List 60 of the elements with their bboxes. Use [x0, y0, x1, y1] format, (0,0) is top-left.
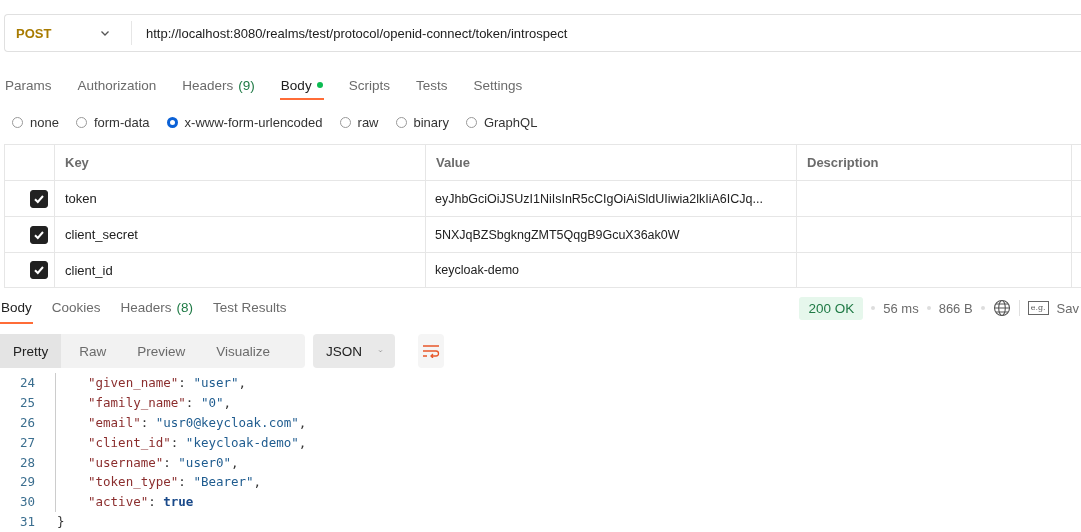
status-badge: 200 OK — [799, 296, 864, 320]
checkbox[interactable] — [30, 189, 48, 208]
line-number: 28 — [0, 452, 56, 472]
code-line: "family_name": "0", — [87, 395, 231, 411]
code-line: "username": "user0", — [87, 454, 239, 470]
url-field[interactable]: http://localhost:8080/realms/test/protocol/openid-connect/token/introspect — [146, 25, 568, 41]
response-size: 866 B — [938, 300, 973, 316]
view-mode-tab[interactable]: Preview — [124, 334, 199, 368]
tab[interactable]: Params — [4, 72, 53, 100]
line-number: 31 — [19, 512, 37, 531]
tab[interactable]: Headers (8) — [119, 292, 195, 324]
code-line: "client_id": "keycloak-demo", — [87, 434, 307, 450]
table-cell: token — [65, 191, 97, 206]
table-cell: keycloak-demo — [435, 263, 520, 277]
line-number: 25 — [0, 392, 56, 413]
table-cell: client_id — [65, 262, 113, 278]
view-mode-tab[interactable]: Raw — [66, 334, 120, 368]
globe-icon[interactable] — [992, 299, 1011, 317]
checkbox[interactable] — [30, 261, 48, 279]
radio-option[interactable]: raw — [339, 114, 379, 130]
wrap-icon — [422, 344, 440, 358]
radio-option[interactable]: binary — [395, 114, 449, 130]
code-line: } — [56, 513, 65, 529]
line-number: 27 — [0, 432, 56, 453]
line-number: 29 — [0, 472, 56, 492]
code-line: "token_type": "Bearer", — [87, 474, 262, 490]
code-line: "email": "usr0@keycloak.com", — [87, 415, 307, 430]
tab[interactable]: Body — [279, 72, 324, 100]
example-icon: e.g. — [1027, 301, 1049, 315]
save-response-link[interactable]: Sav — [1056, 300, 1079, 316]
view-mode-tab[interactable]: Visualize — [203, 334, 284, 368]
view-mode-tab[interactable]: Pretty — [0, 334, 62, 368]
table-cell: 5NXJqBZSbgkngZMT5QqgB9GcuX36ak0W — [435, 227, 680, 242]
line-number: 24 — [0, 373, 56, 393]
table-cell: client_secret — [65, 227, 138, 242]
tab[interactable]: Test Results — [212, 292, 288, 324]
checkbox[interactable] — [30, 225, 48, 244]
code-line: "given_name": "user", — [87, 375, 247, 391]
radio-option[interactable]: GraphQL — [465, 114, 538, 130]
column-header: Description — [807, 155, 879, 170]
code-line: "active": true — [87, 494, 194, 510]
tab[interactable]: Authorization — [76, 72, 158, 100]
tab[interactable]: Scripts — [347, 72, 391, 100]
line-number: 26 — [0, 412, 56, 433]
radio-option[interactable]: form-data — [75, 114, 150, 130]
tab[interactable]: Headers (9) — [181, 72, 256, 100]
table-cell: eyJhbGciOiJSUzI1NiIsInR5cCIgOiAiSldUIiwia2lkIiA6ICJq... — [435, 191, 763, 206]
wrap-lines-button[interactable] — [418, 334, 444, 368]
column-header: Value — [436, 155, 470, 170]
tab[interactable]: Tests — [414, 72, 449, 100]
tab[interactable]: Cookies — [50, 292, 102, 324]
tab[interactable]: Body — [0, 292, 33, 324]
method-dropdown[interactable]: POST — [5, 25, 125, 41]
radio-option[interactable]: none — [12, 114, 59, 130]
radio-option[interactable]: x-www-form-urlencoded — [166, 114, 323, 130]
column-header: Key — [65, 155, 89, 170]
response-time: 56 ms — [883, 300, 919, 316]
tab[interactable]: Settings — [472, 72, 524, 100]
format-dropdown[interactable]: JSON — [313, 334, 395, 368]
line-number: 30 — [0, 491, 56, 512]
